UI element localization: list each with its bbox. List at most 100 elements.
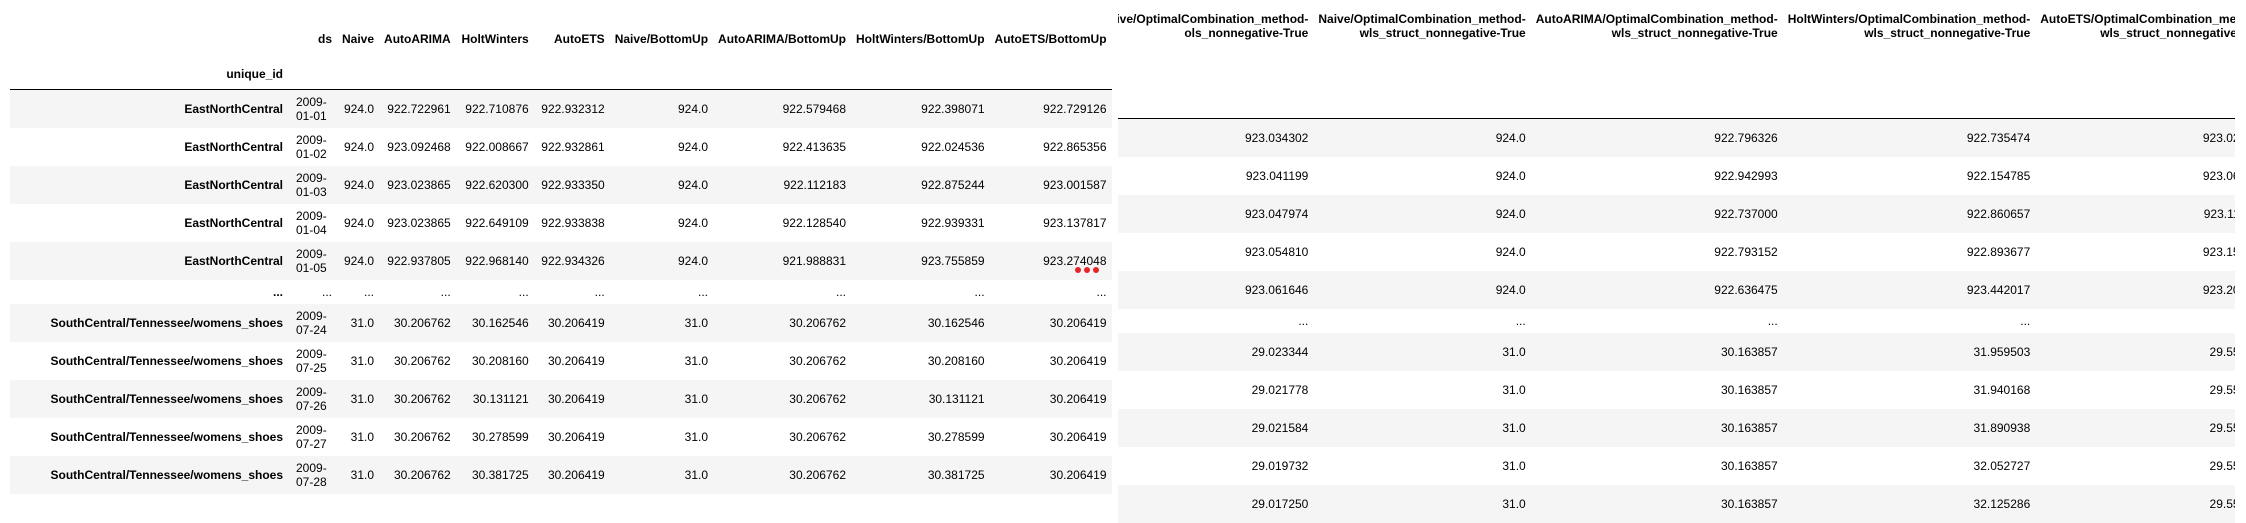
date-cell: 2009-01-05: [296, 246, 327, 275]
value-cell: 30.206762: [789, 315, 846, 330]
value-cell: 31.0: [350, 391, 375, 406]
ellipsis-dot: [1075, 267, 1081, 273]
date-cell: 2009-07-28: [296, 460, 327, 489]
value-cell: 924.0: [344, 177, 375, 192]
table-row: 29.021584 31.0 30.163857 31.890938 29.555283: [1118, 408, 2235, 447]
column-header[interactable]: AutoETS/OptimalCombination_method-wls_st…: [2035, 0, 2235, 72]
value-cell: 922.128540: [782, 215, 846, 230]
column-header-line: Naive/OptimalCombination_method-: [1318, 12, 1526, 26]
value-cell: 32.052727: [1973, 458, 2031, 473]
value-cell: 924.0: [1495, 282, 1526, 297]
value-cell: 922.154785: [1966, 168, 2031, 183]
value-cell: 923.041199: [1245, 168, 1309, 183]
column-header[interactable]: AutoETS: [534, 0, 610, 55]
value-cell: 31.0: [684, 429, 709, 444]
column-header[interactable]: HoltWinters: [456, 0, 534, 55]
column-header-line: wls_struct_nonnegative-True: [1359, 26, 1526, 40]
value-cell: 29.017250: [1251, 496, 1309, 511]
header-spacer: [713, 55, 851, 90]
column-header[interactable]: Naive/OptimalCombination_method-wls_stru…: [1313, 0, 1530, 72]
value-cell: 922.024536: [921, 139, 985, 154]
column-header[interactable]: AutoARIMA: [379, 0, 456, 55]
value-cell: 29.554914: [2209, 344, 2235, 359]
value-cell: ...: [1515, 313, 1526, 328]
table-row: 29.019732 31.0 30.163857 32.052727 29.554255: [1118, 446, 2235, 485]
value-cell: ...: [1767, 313, 1778, 328]
column-header[interactable]: HoltWinters/OptimalCombination_method-wl…: [1783, 0, 2036, 72]
value-cell: ...: [1096, 284, 1107, 299]
value-cell: 922.636475: [1714, 282, 1778, 297]
column-header[interactable]: AutoARIMA/BottomUp: [713, 0, 851, 55]
value-cell: ...: [974, 284, 985, 299]
table-row: 29.017250 31.0 30.163857 32.125286 29.555283: [1118, 484, 2235, 523]
value-cell: 30.206762: [393, 315, 451, 330]
column-header[interactable]: Naive: [337, 0, 379, 55]
value-cell: 30.206762: [789, 467, 846, 482]
column-header-line: AutoARIMA/OptimalCombination_method-: [1535, 12, 1778, 26]
row-index-label: EastNorthCentral: [184, 139, 283, 154]
column-header[interactable]: AutoETS/BottomUp: [990, 0, 1112, 55]
value-cell: 30.206762: [393, 429, 451, 444]
column-header[interactable]: ds: [288, 0, 337, 55]
header-spacer: [379, 55, 456, 90]
value-cell: 924.0: [1495, 244, 1526, 259]
value-cell: 30.163857: [1720, 420, 1778, 435]
header-spacer: [990, 55, 1112, 90]
value-cell: 924.0: [1495, 168, 1526, 183]
index-name-header: unique_id: [226, 67, 283, 81]
value-cell: 30.206419: [547, 429, 605, 444]
value-cell: 923.034302: [1244, 130, 1309, 145]
value-cell: 29.023344: [1251, 344, 1309, 359]
value-cell: 924.0: [344, 101, 375, 116]
header-spacer: [2035, 72, 2235, 119]
value-cell: 31.0: [684, 467, 709, 482]
header-spacer: [288, 55, 337, 90]
value-cell: 924.0: [678, 215, 709, 230]
date-cell: 2009-07-24: [296, 308, 327, 337]
column-header[interactable]: HoltWinters/BottomUp: [851, 0, 990, 55]
header-spacer: [1531, 72, 1783, 119]
value-cell: 923.755859: [921, 253, 985, 268]
value-cell: 922.008667: [465, 139, 529, 154]
table-row: SouthCentral/Tennessee/womens_shoes 2009-…: [10, 341, 1112, 380]
value-cell: ...: [835, 284, 846, 299]
value-cell: 30.206419: [547, 391, 605, 406]
table-row: EastNorthCentral 2009-01-01 924.0 922.72296…: [10, 89, 1112, 128]
value-cell: 922.933838: [541, 215, 605, 230]
value-cell: 30.206419: [547, 353, 605, 368]
date-cell: 2009-01-02: [296, 132, 327, 161]
row-index-label: SouthCentral/Tennessee/womens_shoes: [50, 391, 283, 406]
value-cell: 924.0: [344, 215, 375, 230]
value-cell: 922.875244: [921, 177, 985, 192]
value-cell: 30.162546: [471, 315, 529, 330]
value-cell: 922.579468: [782, 101, 846, 116]
value-cell: 29.554249: [2209, 382, 2235, 397]
value-cell: 30.163857: [1720, 496, 1778, 511]
table-row: 29.021778 31.0 30.163857 31.940168 29.554249: [1118, 370, 2235, 409]
column-header[interactable]: Naive/BottomUp: [610, 0, 713, 55]
table-row: SouthCentral/Tennessee/womens_shoes 2009-…: [10, 379, 1112, 418]
value-cell: 30.206762: [393, 467, 451, 482]
value-cell: 922.865356: [1043, 139, 1107, 154]
column-header[interactable]: Naive/OptimalCombination_method-ols_nonn…: [1118, 0, 1313, 72]
value-cell: 922.933350: [541, 177, 605, 192]
row-index-label: SouthCentral/Tennessee/womens_shoes: [50, 315, 283, 330]
column-ellipsis-indicator[interactable]: [1075, 263, 1099, 277]
value-cell: 30.206419: [1049, 315, 1107, 330]
date-cell: ...: [321, 284, 332, 299]
column-header[interactable]: AutoARIMA/OptimalCombination_method-wls_…: [1531, 0, 1783, 72]
value-cell: 31.0: [684, 315, 709, 330]
value-cell: 923.023865: [387, 177, 451, 192]
value-cell: 30.208160: [927, 353, 985, 368]
value-cell: 31.940168: [1973, 382, 2031, 397]
value-cell: 30.163857: [1720, 344, 1778, 359]
table-row: SouthCentral/Tennessee/womens_shoes 2009-…: [10, 303, 1112, 342]
value-cell: 923.001587: [1043, 177, 1107, 192]
row-index-label: EastNorthCentral: [184, 177, 283, 192]
header-corner: [10, 0, 288, 55]
value-cell: 30.208160: [471, 353, 529, 368]
ellipsis-row: ...............: [1118, 308, 2235, 333]
header-spacer: [851, 55, 990, 90]
ellipsis-dot: [1084, 267, 1090, 273]
column-header-line: wls_struct_nonnegative-True: [1864, 26, 2031, 40]
